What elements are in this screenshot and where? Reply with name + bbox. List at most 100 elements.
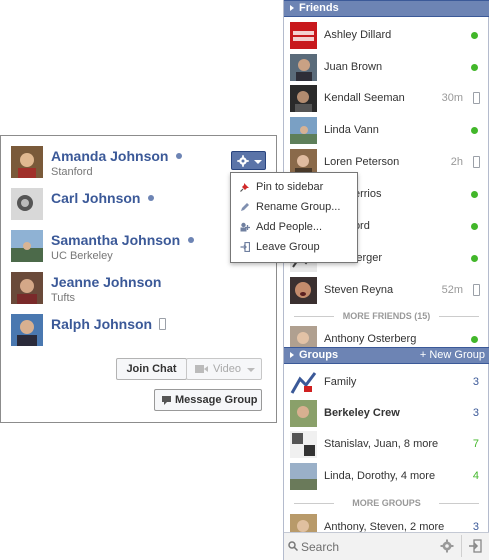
search-input[interactable] [301,537,431,557]
online-status-icon [471,127,478,134]
friend-name: Ashley Dillard [324,29,392,41]
member-item[interactable]: Jeanne Johnson Tufts [11,272,271,312]
avatar-image [290,85,317,112]
member-name-line[interactable]: Carl Johnson [51,190,155,206]
avatar [11,314,43,346]
popout-icon[interactable] [468,539,482,553]
idle-time: 52m [441,284,463,296]
group-row[interactable]: Berkeley Crew 3 [284,397,489,429]
new-group-link[interactable]: + New Group [420,348,485,363]
avatar-image [290,117,317,144]
group-online-count: 4 [472,470,479,482]
friend-row[interactable]: Juan Brown [284,51,489,83]
avatar [11,146,43,178]
friend-name: Steven Reyna [324,284,394,296]
mobile-phone-icon [473,92,480,104]
message-group-button[interactable]: Message Group [154,389,262,411]
group-name: Family [324,376,357,388]
pin-icon [240,183,249,192]
group-online-count: 3 [472,407,479,419]
video-camera-icon [195,365,208,373]
group-icon [290,369,317,396]
friend-row[interactable]: Steven Reyna 52m [284,274,489,306]
group-image [290,400,317,427]
sidebar-footer [284,532,489,560]
menu-item-rename-group[interactable]: Rename Group... [231,197,357,217]
mobile-phone-icon [473,284,480,296]
online-status-icon [176,153,183,159]
avatar-image [11,272,43,304]
menu-item-label: Rename Group... [256,201,341,213]
join-chat-button[interactable]: Join Chat [116,358,187,380]
expand-triangle-icon [290,5,294,11]
search-icon [288,541,298,551]
chevron-down-icon [254,160,262,164]
group-settings-menu: Pin to sidebar Rename Group... Add Peopl… [230,172,358,263]
mobile-phone-icon [473,156,480,168]
chevron-down-icon [247,368,255,372]
group-name: Linda, Dorothy, 4 more [324,470,436,482]
avatar-image [11,314,43,346]
group-row[interactable]: Stanislav, Juan, 8 more 7 [284,428,489,460]
friends-section-header[interactable]: Friends [284,0,489,17]
add-person-icon [240,222,250,232]
avatar-image [11,230,43,262]
online-status-icon [471,223,478,230]
menu-item-label: Pin to sidebar [256,181,324,193]
group-settings-button[interactable] [231,151,266,170]
online-status-icon [471,191,478,198]
online-status-icon [148,195,155,201]
member-name-line[interactable]: Amanda Johnson [51,148,183,164]
online-status-icon [471,32,478,39]
member-name[interactable]: Amanda Johnson [51,148,168,164]
menu-item-pin-to-sidebar[interactable]: Pin to sidebar [231,177,357,197]
member-name[interactable]: Samantha Johnson [51,232,180,248]
message-bubble-icon [162,396,171,405]
online-status-icon [471,336,478,343]
avatar-image [290,54,317,81]
member-item[interactable]: Ralph Johnson [11,314,271,354]
group-image [290,463,317,490]
group-icon [290,400,317,427]
member-name-line[interactable]: Jeanne Johnson [51,274,161,290]
expand-triangle-icon [290,352,294,358]
footer-separator [461,535,462,557]
member-name-line[interactable]: Ralph Johnson [51,316,167,332]
more-groups-divider: MORE GROUPS [284,496,489,510]
friend-row[interactable]: Kendall Seeman 30m [284,82,489,114]
member-name-line[interactable]: Samantha Johnson [51,232,195,248]
message-group-label: Message Group [175,394,258,406]
friend-name: Juan Brown [324,61,383,73]
idle-time: 30m [441,92,463,104]
friend-name: Kendall Seeman [324,92,405,104]
member-name[interactable]: Jeanne Johnson [51,274,161,290]
group-image [290,431,317,458]
avatar [290,85,317,112]
avatar-image [290,277,317,304]
member-network: UC Berkeley [51,250,113,262]
menu-item-add-people[interactable]: Add People... [231,217,357,237]
group-row[interactable]: Family 3 [284,366,489,398]
chat-sidebar: Friends Ashley Dillard Juan Brown Kendal… [283,0,489,560]
menu-item-leave-group[interactable]: Leave Group [231,237,357,257]
friend-row[interactable]: Ashley Dillard [284,19,489,51]
video-button[interactable]: Video [186,358,262,380]
group-icon [290,431,317,458]
online-status-icon [471,64,478,71]
gear-icon[interactable] [440,539,454,553]
member-network: Tufts [51,292,76,304]
avatar [11,188,43,220]
avatar-image [290,22,317,49]
avatar [290,54,317,81]
friend-row[interactable]: Linda Vann [284,114,489,146]
friend-name: Linda Vann [324,124,379,136]
member-name[interactable]: Carl Johnson [51,190,140,206]
member-name[interactable]: Ralph Johnson [51,316,152,332]
mobile-phone-icon [159,318,167,330]
avatar-image [11,146,43,178]
groups-section-header[interactable]: Groups + New Group [284,347,489,364]
menu-item-label: Add People... [256,221,323,233]
group-icon [290,463,317,490]
group-row[interactable]: Linda, Dorothy, 4 more 4 [284,460,489,492]
video-label: Video [213,363,241,375]
